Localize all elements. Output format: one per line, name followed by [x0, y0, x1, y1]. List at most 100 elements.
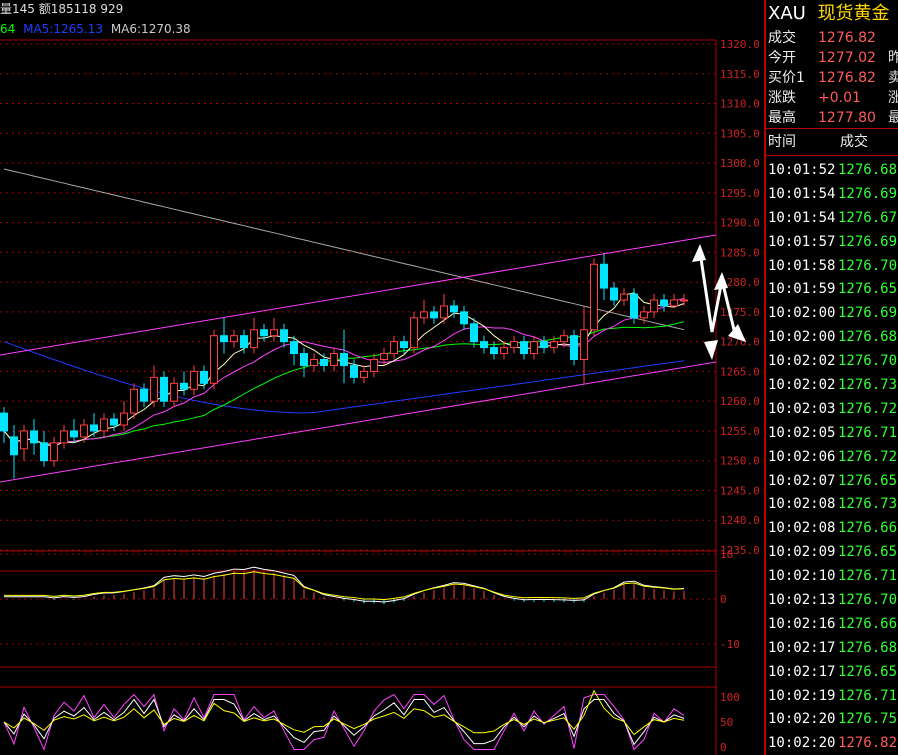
tick-row[interactable]: 10:02:20 1276.82	[766, 731, 898, 755]
candle-body	[250, 329, 258, 349]
tick-row[interactable]: 10:02:17 1276.65	[766, 660, 898, 684]
quote-row-extra: 涨	[888, 90, 898, 106]
quote-row: 成交 1276.82	[766, 28, 898, 48]
tick-price: 1276.70	[838, 592, 898, 609]
tick-row[interactable]: 10:02:00 1276.69	[766, 301, 898, 325]
candle-body	[430, 311, 438, 319]
tick-row[interactable]: 10:02:02 1276.70	[766, 349, 898, 373]
macd-axis-label: 10	[720, 548, 733, 561]
price-axis-label: 1265.0	[720, 365, 760, 378]
tick-time: 10:02:17	[768, 639, 836, 656]
candle-body	[450, 305, 458, 313]
quote-row: 买价1 1276.82 卖	[766, 68, 898, 88]
candle-body	[290, 341, 298, 355]
tick-time: 10:02:20	[768, 735, 836, 752]
tick-row[interactable]: 10:02:13 1276.70	[766, 588, 898, 612]
tick-row[interactable]: 10:02:05 1276.71	[766, 421, 898, 445]
tick-price: 1276.68	[838, 162, 898, 178]
tick-price: 1276.73	[838, 496, 898, 513]
candle-body	[530, 341, 538, 355]
tick-price: 1276.71	[838, 568, 898, 585]
tick-row[interactable]: 10:02:07 1276.65	[766, 469, 898, 493]
tick-time: 10:02:00	[768, 329, 836, 346]
candle-body	[590, 263, 598, 331]
tick-row[interactable]: 10:01:57 1276.69	[766, 230, 898, 254]
tick-time: 10:01:59	[768, 281, 836, 298]
tick-time: 10:01:58	[768, 257, 836, 274]
price-axis-label: 1255.0	[720, 425, 760, 438]
tick-time: 10:02:07	[768, 472, 836, 489]
quote-row-extra: 最	[888, 110, 898, 126]
quote-row-value: 1277.80	[818, 110, 876, 126]
candle-body	[170, 382, 178, 402]
candle-body	[90, 424, 98, 432]
kd-axis-label: 50	[720, 716, 733, 729]
tick-price: 1276.65	[838, 544, 898, 561]
tick-time: 10:02:02	[768, 377, 836, 394]
tick-row[interactable]: 10:01:58 1276.70	[766, 254, 898, 278]
tick-time: 10:01:57	[768, 233, 836, 250]
tick-list[interactable]: 10:01:52 1276.68 10:01:54 1276.69 10:01:54 12…	[766, 156, 898, 755]
tick-time: 10:02:16	[768, 615, 836, 632]
tick-row[interactable]: 10:01:54 1276.69	[766, 182, 898, 206]
candle-body	[600, 263, 608, 289]
tick-row[interactable]: 10:02:03 1276.72	[766, 397, 898, 421]
candle-body	[270, 329, 278, 337]
tick-row[interactable]: 10:02:10 1276.71	[766, 564, 898, 588]
candle-body	[370, 359, 378, 372]
candle-body	[70, 430, 78, 438]
candle-body	[220, 335, 228, 343]
kd-axis-label: 0	[720, 741, 727, 754]
tick-price: 1276.66	[838, 615, 898, 632]
quote-row-label: 今开	[768, 50, 796, 66]
candle-body	[60, 430, 68, 444]
candle-body	[580, 329, 588, 361]
tick-price: 1276.72	[838, 400, 898, 417]
quote-row: 最高 1277.80 最	[766, 108, 898, 128]
tick-time: 10:01:54	[768, 185, 836, 202]
tick-row[interactable]: 10:01:52 1276.68	[766, 158, 898, 182]
candle-body	[280, 329, 288, 343]
tick-price: 1276.65	[838, 281, 898, 298]
tick-row[interactable]: 10:02:17 1276.68	[766, 636, 898, 660]
candle-body	[420, 311, 428, 319]
tick-header-time: 时间	[768, 134, 796, 150]
tick-header: 时间 成交	[766, 128, 898, 156]
kd-j-line	[3, 693, 685, 751]
candle-body	[80, 424, 88, 438]
candle-body	[560, 335, 568, 343]
tick-row[interactable]: 10:02:20 1276.75	[766, 707, 898, 731]
candle-body	[350, 364, 358, 378]
price-axis-label: 1320.0	[720, 38, 760, 51]
candle-body	[300, 353, 308, 366]
tick-row[interactable]: 10:02:00 1276.68	[766, 325, 898, 349]
candle-body	[230, 335, 238, 343]
forecast-zigzag	[698, 251, 738, 339]
tick-price: 1276.69	[838, 305, 898, 322]
tick-row[interactable]: 10:02:08 1276.66	[766, 516, 898, 540]
tick-row[interactable]: 10:02:06 1276.72	[766, 445, 898, 469]
tick-row[interactable]: 10:02:19 1276.71	[766, 684, 898, 708]
tick-row[interactable]: 10:01:54 1276.67	[766, 206, 898, 230]
price-axis-label: 1300.0	[720, 157, 760, 170]
kline-chart[interactable]: 1320.0 1315.0 1310.0 1305.0 1300.0 1295.0 1290…	[0, 0, 762, 755]
tick-price: 1276.71	[838, 424, 898, 441]
tick-row[interactable]: 10:02:08 1276.73	[766, 492, 898, 516]
tick-row[interactable]: 10:02:16 1276.66	[766, 612, 898, 636]
candle-body	[510, 341, 518, 349]
tick-row[interactable]: 10:01:59 1276.65	[766, 277, 898, 301]
tick-row[interactable]: 10:02:02 1276.73	[766, 373, 898, 397]
tick-row[interactable]: 10:02:09 1276.65	[766, 540, 898, 564]
candle-body	[610, 287, 618, 301]
tick-price: 1276.70	[838, 257, 898, 274]
candle-body	[440, 305, 448, 319]
price-axis-label: 1310.0	[720, 98, 760, 111]
candle-body	[30, 430, 38, 444]
quote-row-value: 1276.82	[818, 30, 876, 46]
candle-body	[630, 293, 638, 319]
quote-panel: XAU 现货黄金 成交 1276.82 今开 1277.02 昨买价1 1276.82 卖涨…	[764, 0, 898, 755]
tick-time: 10:02:13	[768, 592, 836, 609]
tick-time: 10:02:08	[768, 496, 836, 513]
tick-time: 10:02:05	[768, 424, 836, 441]
tick-header-price: 成交	[840, 134, 868, 150]
